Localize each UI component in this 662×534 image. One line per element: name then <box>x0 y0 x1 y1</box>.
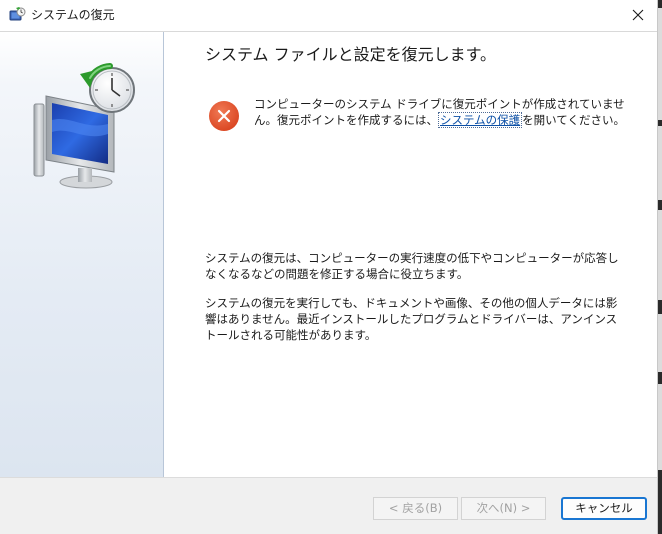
system-restore-icon <box>9 7 26 24</box>
background-segment <box>658 120 662 126</box>
error-x-circle-icon <box>208 100 240 132</box>
background-segment <box>658 200 662 210</box>
window-title: システムの復元 <box>31 8 115 22</box>
background-segment <box>658 0 662 8</box>
close-button[interactable] <box>619 0 657 31</box>
background-segment <box>658 372 662 384</box>
wizard-side-panel <box>0 32 164 477</box>
close-icon <box>632 9 644 21</box>
cancel-button[interactable]: キャンセル <box>561 497 647 520</box>
wizard-footer: < 戻る(B) 次へ(N) > キャンセル <box>0 477 657 534</box>
info-paragraph-2: システムの復元を実行しても、ドキュメントや画像、その他の個人データには影響はあり… <box>205 296 618 342</box>
error-message-text-after: を開いてください。 <box>522 113 625 127</box>
system-restore-monitor-clock-icon <box>30 60 140 190</box>
system-protection-link[interactable]: システムの保護 <box>438 112 523 128</box>
desktop-background-strip <box>658 0 662 534</box>
page-title: システム ファイルと設定を復元します。 <box>205 45 497 64</box>
background-segment <box>658 300 662 314</box>
title-bar[interactable]: システムの復元 <box>0 0 657 32</box>
back-button[interactable]: < 戻る(B) <box>373 497 458 520</box>
info-paragraph-1: システムの復元は、コンピューターの実行速度の低下やコンピューターが応答しなくなる… <box>205 251 619 281</box>
background-segment <box>658 470 662 534</box>
next-button[interactable]: 次へ(N) > <box>461 497 546 520</box>
system-restore-window: システムの復元 システム ファイルと設定を復元します。 コンピューターのシステム… <box>0 0 658 534</box>
error-message: コンピューターのシステム ドライブに復元ポイントが作成されていません。復元ポイン… <box>254 96 629 128</box>
